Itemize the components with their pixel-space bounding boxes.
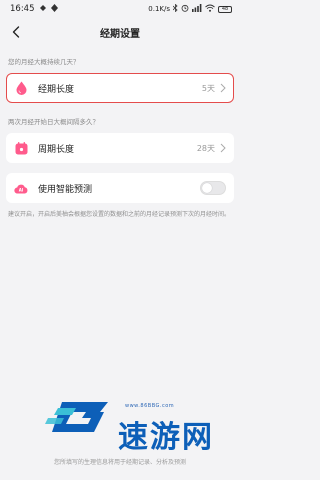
ai-badge: AI <box>19 187 24 192</box>
chevron-right-icon <box>220 143 226 153</box>
smart-predict-row: AI 使用智能预测 <box>6 173 234 203</box>
bluetooth-icon <box>172 3 178 14</box>
network-speed: 0.1K/s <box>148 5 170 13</box>
page-title: 经期设置 <box>100 28 140 40</box>
signal-icon <box>192 4 202 14</box>
status-time: 16:45 <box>10 4 35 14</box>
period-length-label: 经期长度 <box>38 84 75 95</box>
watermark-brand: 速游网 <box>118 420 214 455</box>
period-length-row[interactable]: 经期长度 5天 <box>6 73 234 103</box>
battery-icon: 48 <box>218 5 232 13</box>
nav-bar: 经期设置 <box>0 18 240 46</box>
cycle-length-hint: 两次月经开始日大概间隔多久？ <box>8 118 99 126</box>
chevron-right-icon <box>220 83 226 93</box>
cycle-length-label: 周期长度 <box>38 144 75 155</box>
status-bar: 16:45 0.1K/s 48 <box>0 0 240 18</box>
watermark-url: www.86BBG.com <box>125 403 175 409</box>
alarm-icon <box>181 4 189 14</box>
cycle-length-value: 28天 <box>196 143 215 153</box>
calendar-icon <box>14 141 28 155</box>
wifi-icon <box>205 4 215 14</box>
app-icon <box>50 4 58 14</box>
chevron-left-icon <box>12 26 20 38</box>
ai-cloud-icon: AI <box>14 181 28 195</box>
footer-note: 您所填写的生理信息将用于经期记录、分析及预测 <box>53 459 186 466</box>
period-length-hint: 您的月经大概持续几天？ <box>8 58 80 66</box>
cycle-length-row[interactable]: 周期长度 28天 <box>6 133 234 163</box>
period-length-value: 5天 <box>201 83 215 93</box>
notification-icon <box>39 4 47 14</box>
smart-predict-description: 建议开启，开启后美柚会根据您设置的数据和之前的月经记录预测下次的月经时间。 <box>8 211 231 218</box>
toggle-knob <box>202 183 212 193</box>
droplet-icon <box>14 81 28 95</box>
smart-predict-label: 使用智能预测 <box>38 184 93 195</box>
battery-level: 48 <box>221 5 229 12</box>
back-button[interactable] <box>6 22 26 42</box>
smart-predict-toggle[interactable] <box>200 181 226 195</box>
